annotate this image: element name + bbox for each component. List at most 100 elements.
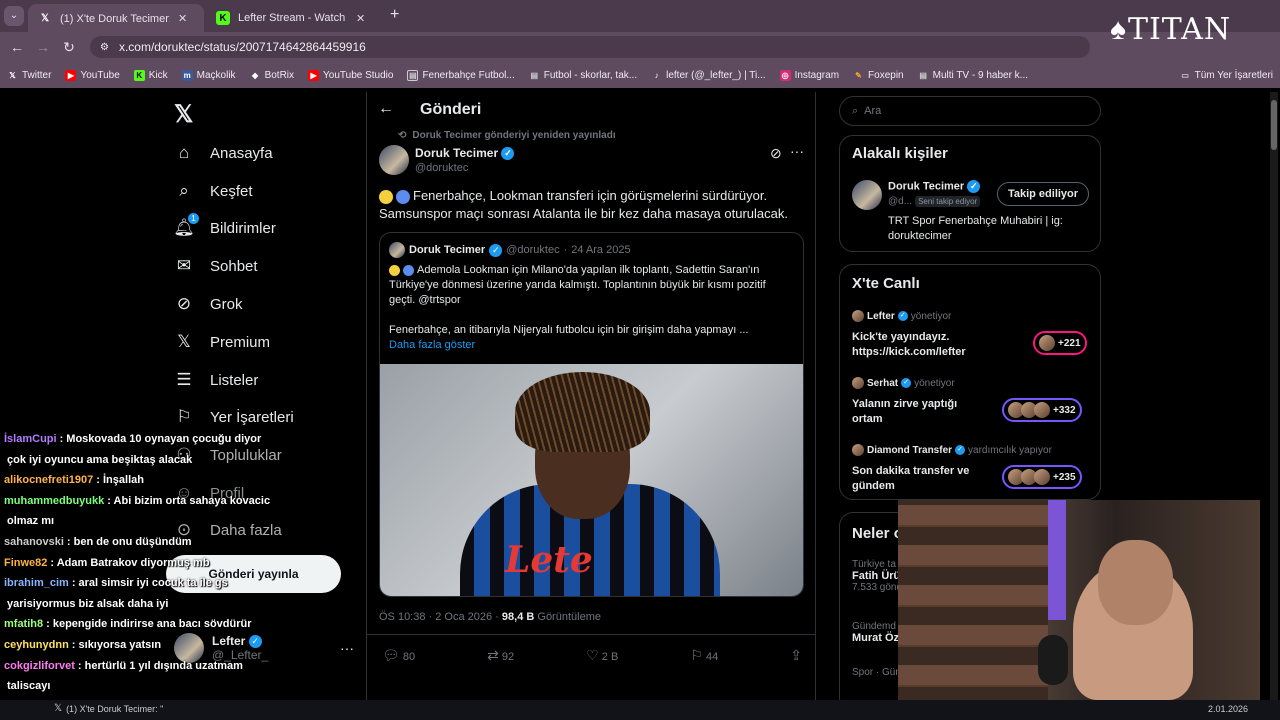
- close-tab-icon[interactable]: ✕: [178, 12, 187, 25]
- chat-text: : Adam Batrakov diyormuş mb: [50, 556, 210, 569]
- taskbar-window[interactable]: 𝕏 (1) X'te Doruk Tecimer: ": [54, 703, 163, 714]
- address-bar[interactable]: ⚙ x.com/doruktec/status/2007174642864459…: [90, 36, 1090, 58]
- panel-title: Neler o: [852, 525, 903, 542]
- chat-username[interactable]: cokgizliforvet: [4, 660, 75, 672]
- bookmark-youtube[interactable]: ▶ YouTube: [58, 69, 126, 81]
- new-tab-button[interactable]: +: [390, 6, 399, 24]
- trend-item[interactable]: Türkiye ta Fatih Ürü 7.533 gönd: [852, 559, 902, 593]
- bookmark-youtube-studio[interactable]: ▶ YouTube Studio: [301, 69, 400, 81]
- chat-username[interactable]: alikocnefreti1907: [4, 474, 93, 486]
- chat-message: mfatih8: kepengide indirirse ana bacı sö…: [4, 618, 252, 630]
- sidebar-item-bookmarks[interactable]: ⚐ Yer İşaretleri: [174, 407, 293, 427]
- chat-username[interactable]: mfatih8: [4, 618, 43, 630]
- sidebar-item-notifications[interactable]: 🔔︎ 1 Bildirimler: [173, 213, 276, 238]
- bookmark-foxepin[interactable]: ✎ Foxepin: [846, 70, 911, 81]
- close-tab-icon[interactable]: ✕: [356, 12, 365, 25]
- listeners-pill[interactable]: +332: [1002, 398, 1082, 422]
- chat-message: muhammedbuyukk: Abi bizim orta sahaya ko…: [4, 495, 270, 507]
- bookmark-tiktok[interactable]: ♪ lefter (@_lefter_) | Ti...: [644, 70, 772, 81]
- account-switcher[interactable]: Lefter ✓ @_Lefter_ ···: [174, 633, 354, 663]
- scrollbar-thumb[interactable]: [1271, 100, 1277, 150]
- bookmark-multitv[interactable]: ▤ Multi TV - 9 haber k...: [911, 70, 1035, 81]
- person-avatar[interactable]: [852, 180, 882, 210]
- grok-explain-icon[interactable]: ⊘: [770, 145, 782, 162]
- notification-badge: 1: [188, 213, 199, 224]
- show-more-link[interactable]: Daha fazla göster: [389, 338, 799, 353]
- player-photo[interactable]: Lete: [380, 364, 803, 596]
- account-more-icon[interactable]: ···: [340, 640, 354, 656]
- chat-username[interactable]: sahanovski: [4, 536, 64, 548]
- post-author[interactable]: Doruk Tecimer ✓: [415, 146, 515, 161]
- trend-item[interactable]: Spor · Gün: [852, 667, 901, 678]
- quoted-post[interactable]: Doruk Tecimer ✓ @doruktec · 24 Ara 2025 …: [379, 232, 804, 597]
- back-icon[interactable]: ←: [4, 39, 30, 55]
- live-space-title[interactable]: Yalanın zirve yaptığı ortam: [852, 397, 957, 427]
- bookmark-botrix[interactable]: ◆ BotRix: [243, 70, 301, 81]
- chat-message: ceyhunydnn: sıkıyorsa yatsın: [4, 639, 161, 651]
- x-home-logo-icon[interactable]: 𝕏: [174, 100, 193, 129]
- trend-item[interactable]: Gündemd Murat Öz: [852, 621, 899, 644]
- all-bookmarks-folder[interactable]: ▭ Tüm Yer İşaretleri: [1173, 70, 1280, 81]
- more-options-icon[interactable]: ···: [790, 143, 804, 159]
- bookmark-twitter[interactable]: 𝕏 Twitter: [0, 70, 58, 81]
- bookmark-instagram[interactable]: ◎ Instagram: [773, 69, 846, 81]
- relevant-people-panel: Alakalı kişiler Doruk Tecimer ✓ @d... Sen…: [839, 135, 1101, 252]
- sidebar-item-chat[interactable]: ✉ Sohbet: [174, 256, 258, 276]
- listeners-pill[interactable]: +221: [1033, 331, 1087, 355]
- host-avatar: [852, 310, 864, 322]
- reply-button[interactable]: 💬︎ 80: [382, 647, 415, 664]
- tab-kick-stream[interactable]: K Lefter Stream - Watch Live on K ✕: [206, 4, 382, 32]
- space-title-line: Yalanın zirve yaptığı: [852, 398, 958, 410]
- kick-icon: K: [133, 69, 145, 81]
- site-settings-icon[interactable]: ⚙: [100, 42, 109, 53]
- repost-button[interactable]: ⇄ 92: [487, 647, 514, 664]
- chat-username[interactable]: ceyhunydnn: [4, 639, 69, 651]
- account-name: Lefter: [212, 633, 246, 648]
- like-button[interactable]: ♡ 2 B: [586, 647, 618, 664]
- live-space-title[interactable]: Son dakika transfer ve gündem: [852, 464, 969, 494]
- following-button[interactable]: Takip ediliyor: [997, 182, 1089, 206]
- author-avatar[interactable]: [379, 145, 409, 175]
- chat-username[interactable]: Finwe82: [4, 557, 47, 569]
- bookmark-button[interactable]: ⚐ 44: [690, 647, 718, 664]
- reload-icon[interactable]: ↻: [56, 39, 82, 56]
- person-name[interactable]: Doruk Tecimer ✓: [888, 180, 981, 193]
- page-scrollbar[interactable]: [1270, 92, 1278, 700]
- sidebar-item-explore[interactable]: ⌕ Keşfet: [174, 181, 252, 201]
- repost-note-text: Doruk Tecimer gönderiyi yeniden yayınlad…: [412, 130, 616, 141]
- chat-text: : ben de onu düşündüm: [66, 536, 192, 548]
- instagram-icon: ◎: [779, 69, 791, 81]
- listeners-pill[interactable]: +235: [1002, 465, 1082, 489]
- chat-text: olmaz mı: [7, 515, 55, 528]
- neon-light: [1048, 500, 1066, 620]
- microphone: [1038, 635, 1068, 685]
- page-title: Gönderi: [420, 101, 482, 118]
- chat-username[interactable]: İslamCupi: [4, 433, 57, 445]
- sidebar-item-grok[interactable]: ⊘ Grok: [174, 294, 243, 314]
- streamer-head: [1098, 540, 1173, 625]
- chat-text: : İnşallah: [96, 474, 144, 487]
- chat-username[interactable]: muhammedbuyukk: [4, 495, 104, 507]
- trend-name: Murat Öz: [852, 632, 900, 644]
- trend-count: 7.533 gönd: [852, 582, 903, 593]
- sidebar-item-home[interactable]: ⌂ Anasayfa: [174, 143, 273, 163]
- tab-bar: ⌄ 𝕏 (1) X'te Doruk Tecimer: "🟡🔵 ✕ K Left…: [0, 0, 1280, 32]
- bookmark-futbol[interactable]: ▤ Futbol - skorlar, tak...: [522, 70, 644, 81]
- bookmark-mackolik[interactable]: m Maçkolik: [175, 69, 243, 81]
- bookmark-kick[interactable]: K Kick: [127, 69, 175, 81]
- forward-icon[interactable]: →: [30, 39, 56, 55]
- x-premium-icon: 𝕏: [177, 332, 191, 351]
- back-arrow-icon[interactable]: ←: [378, 100, 394, 118]
- chat-username[interactable]: ibrahim_cim: [4, 577, 69, 589]
- live-space-title[interactable]: Kick'te yayındayız. https://kick.com/left…: [852, 330, 966, 360]
- tab-title: (1) X'te Doruk Tecimer: "🟡🔵: [60, 12, 170, 25]
- sidebar-item-premium[interactable]: 𝕏 Premium: [174, 332, 270, 352]
- tab-x-post[interactable]: 𝕏 (1) X'te Doruk Tecimer: "🟡🔵 ✕: [28, 4, 204, 32]
- share-button[interactable]: ⇪: [790, 647, 802, 664]
- bookmark-fenerbahce[interactable]: ▤ Fenerbahçe Futbol...: [400, 69, 521, 81]
- search-input[interactable]: ⌕ Ara: [839, 96, 1101, 126]
- quote-text: Ademola Lookman için Milano'da yapılan i…: [389, 263, 799, 353]
- author-handle[interactable]: @doruktec: [415, 162, 468, 174]
- tab-search-button[interactable]: ⌄: [4, 6, 24, 26]
- sidebar-item-lists[interactable]: ☰ Listeler: [174, 370, 258, 390]
